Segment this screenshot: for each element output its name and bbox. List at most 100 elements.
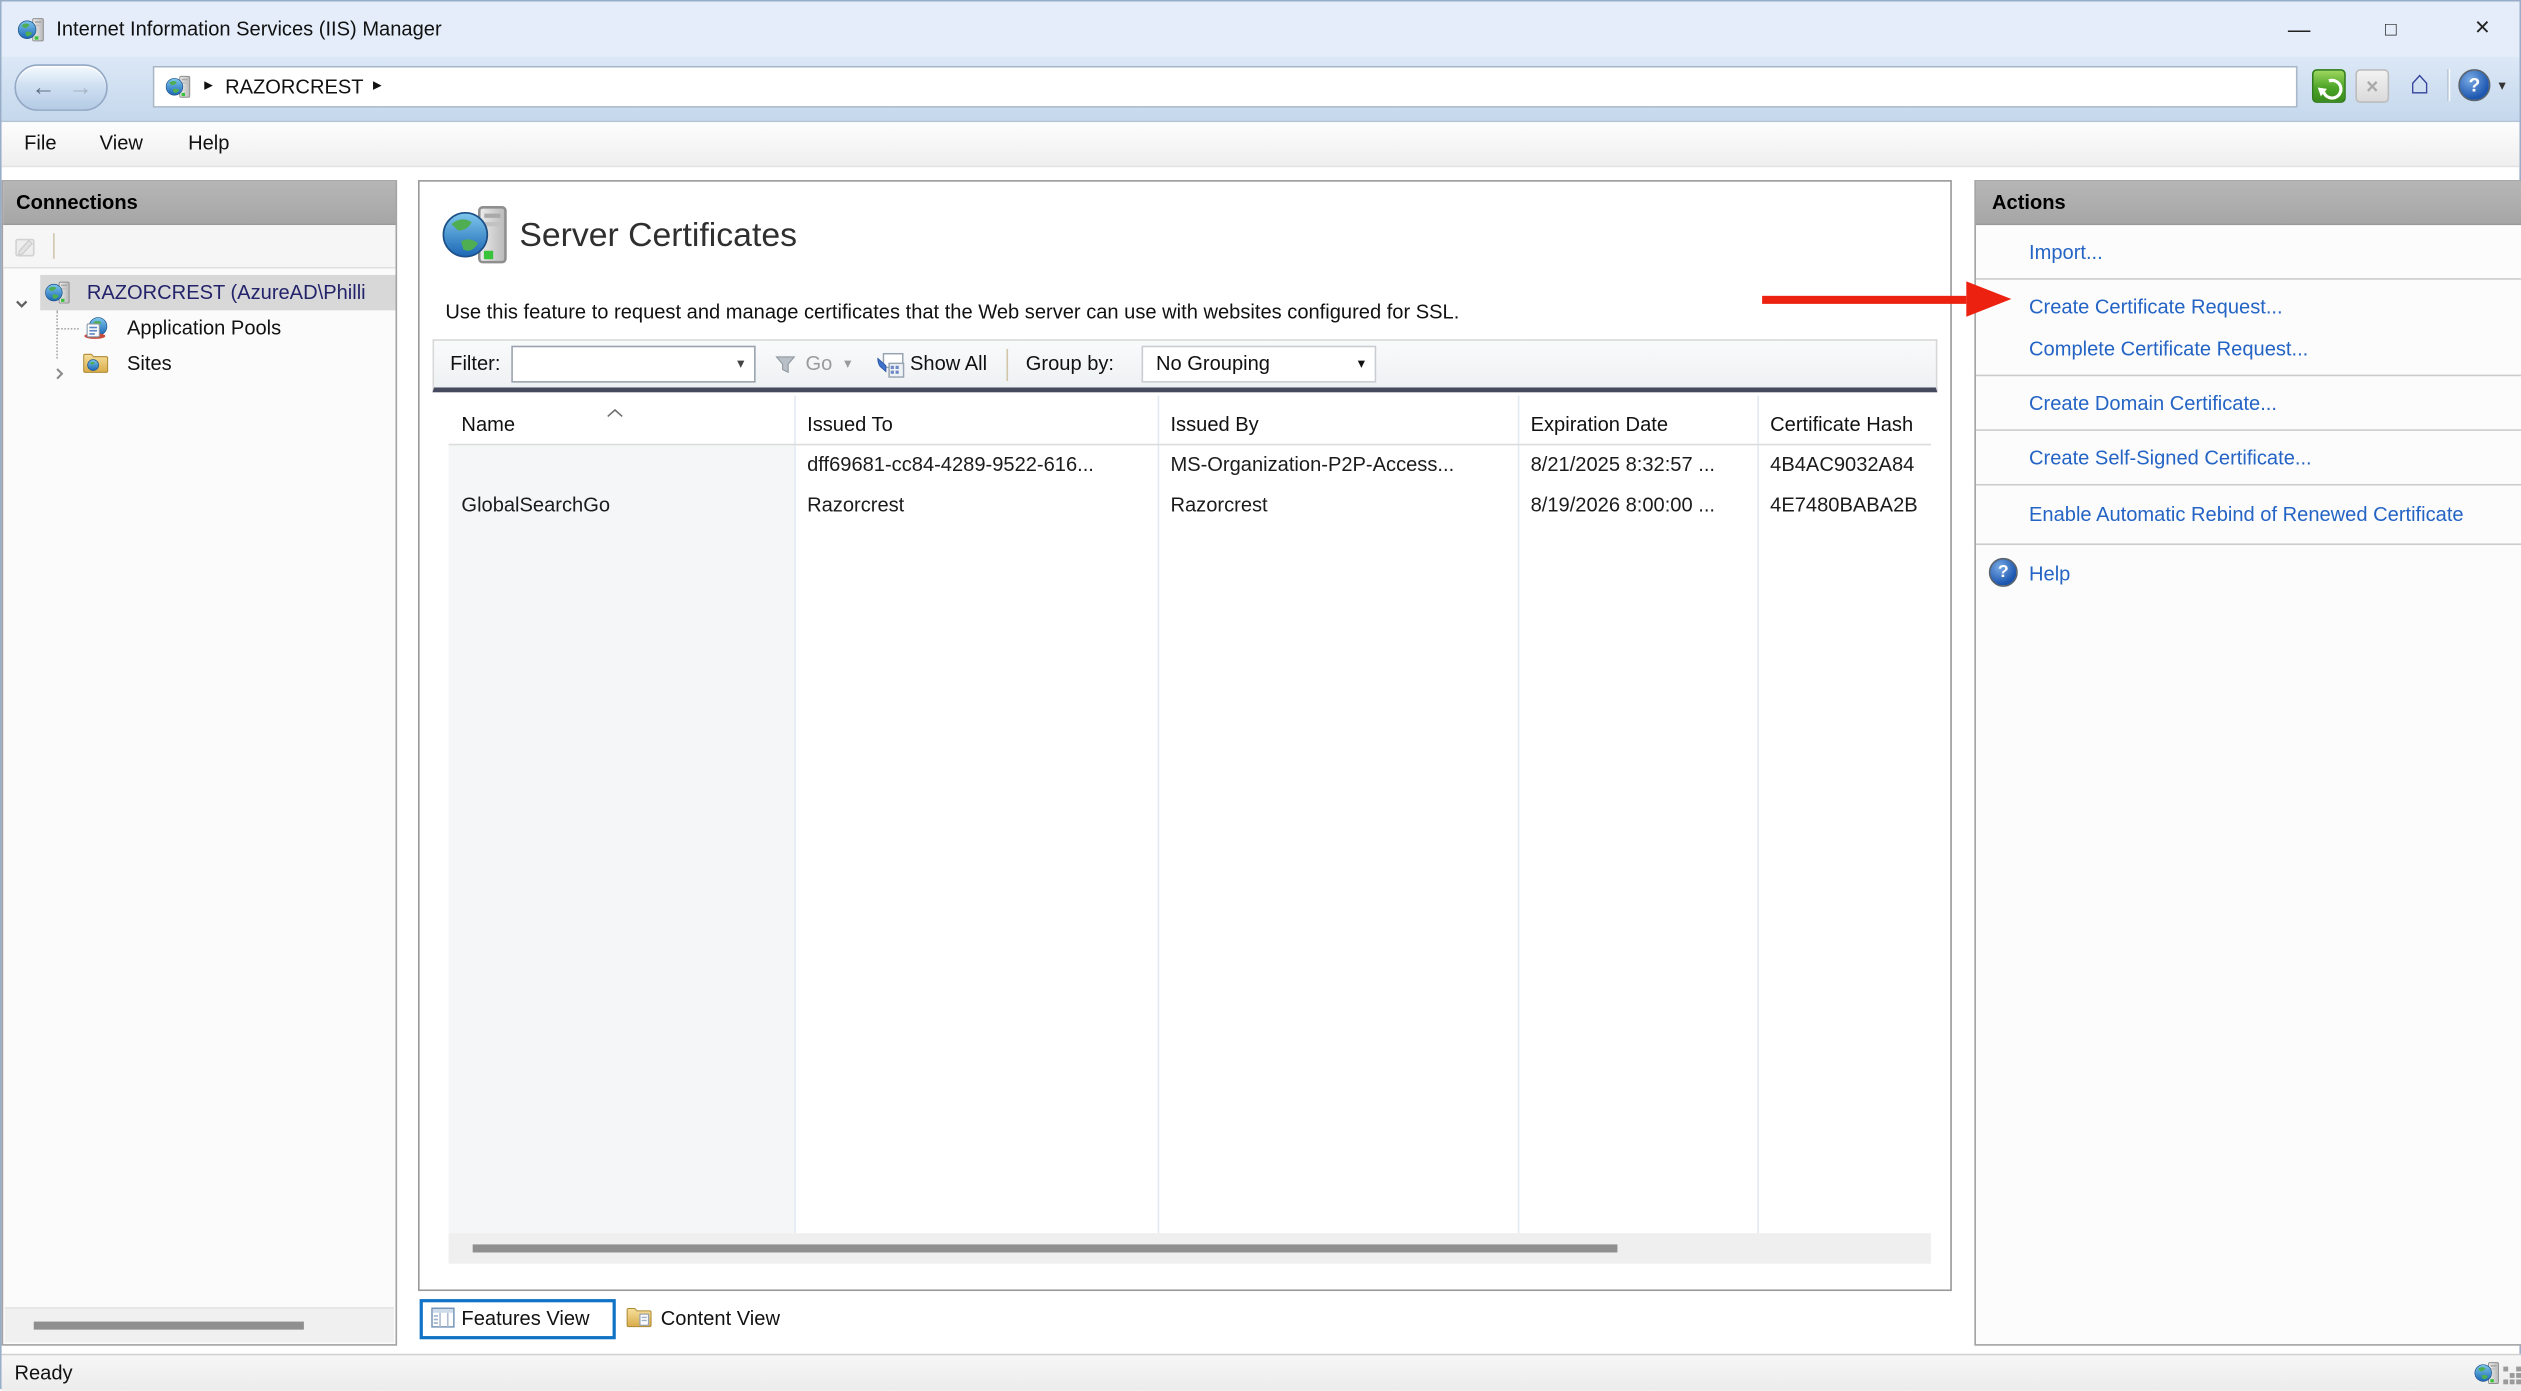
connections-tree: RAZORCREST (AzureAD\Philli [3, 268, 395, 381]
iis-app-icon [18, 16, 45, 48]
column-header-certificate-hash[interactable]: Certificate Hash [1757, 413, 1931, 436]
show-all-icon[interactable] [876, 352, 905, 384]
content-view-icon [625, 1306, 652, 1335]
tree-node-server[interactable]: RAZORCREST (AzureAD\Philli [3, 275, 395, 310]
breadcrumb-arrow-icon[interactable]: ▶ [373, 68, 382, 107]
tab-content-view[interactable]: Content View [625, 1299, 818, 1339]
cell-issued-to: Razorcrest [794, 486, 1157, 526]
page-title: Server Certificates [519, 217, 797, 256]
maximize-button[interactable]: □ [2354, 2, 2428, 57]
back-forward-control: ← → [14, 64, 107, 111]
tree-node-sites[interactable]: Sites [3, 346, 395, 381]
tree-node-label[interactable]: Application Pools [127, 310, 395, 345]
chevron-right-icon[interactable] [53, 357, 66, 392]
filter-toolbar: Filter: ▾ Go ▾ [432, 339, 1937, 392]
breadcrumb-server[interactable]: RAZORCREST [225, 68, 363, 107]
menu-view[interactable]: View [100, 122, 143, 165]
menu-help[interactable]: Help [188, 122, 229, 165]
connections-horizontal-scrollbar[interactable] [5, 1307, 394, 1342]
actions-group: Create Domain Certificate... [1976, 375, 2521, 430]
menu-file[interactable]: File [24, 122, 56, 165]
certificates-table: Name Issued To Issued By Expiration Date… [449, 396, 1931, 1234]
show-all-button[interactable]: Show All [910, 341, 987, 388]
cell-expiration-date: 8/21/2025 8:32:57 ... [1518, 445, 1758, 485]
back-icon[interactable]: ← [27, 66, 59, 109]
filter-input[interactable]: ▾ [511, 346, 755, 383]
tree-node-label[interactable]: RAZORCREST (AzureAD\Philli [87, 275, 396, 310]
status-text: Ready [14, 1355, 72, 1390]
help-link[interactable]: Help [1976, 552, 2521, 594]
refresh-icon[interactable] [2312, 69, 2346, 103]
action-enable-automatic-rebind[interactable]: Enable Automatic Rebind of Renewed Certi… [1976, 492, 2521, 538]
home-icon[interactable]: ⌂ [2400, 63, 2439, 105]
cell-issued-to: dff69681-cc84-4289-9522-616... [794, 445, 1157, 485]
iis-status-icon [2474, 1360, 2500, 1391]
tab-features-view[interactable]: Features View [420, 1299, 616, 1339]
actions-help-row[interactable]: ? Help [1976, 543, 2521, 602]
column-header-name[interactable]: Name [449, 413, 795, 436]
tree-node-application-pools[interactable]: Application Pools [3, 310, 395, 345]
column-header-issued-by[interactable]: Issued By [1158, 413, 1518, 436]
app-window: Internet Information Services (IIS) Mana… [0, 0, 2521, 1389]
help-icon[interactable]: ? [2458, 69, 2490, 101]
chevron-down-icon[interactable]: ▾ [737, 347, 744, 381]
toolbar-separator [1006, 349, 1008, 381]
stop-icon: × [2355, 69, 2389, 103]
forward-icon[interactable]: → [64, 66, 96, 109]
server-certificates-icon [442, 201, 510, 273]
cell-certificate-hash: 4B4AC9032A84 [1757, 445, 1931, 485]
connections-toolbar [3, 225, 395, 268]
cell-certificate-hash: 4E7480BABA2B [1757, 486, 1931, 526]
sorted-column-tint [449, 445, 795, 1233]
group-by-dropdown[interactable]: No Grouping ▾ [1142, 346, 1377, 383]
go-dropdown-icon[interactable]: ▾ [844, 341, 851, 388]
action-complete-certificate-request[interactable]: Complete Certificate Request... [1976, 328, 2521, 370]
create-connection-icon [13, 233, 39, 264]
scrollbar-thumb[interactable] [34, 1322, 304, 1329]
actions-group: Create Self-Signed Certificate... [1976, 429, 2521, 484]
go-button[interactable]: Go [805, 341, 832, 388]
actions-panel: Actions Import... Create Certificate Req… [1974, 180, 2521, 1346]
table-row[interactable]: dff69681-cc84-4289-9522-616... MS-Organi… [449, 445, 1931, 485]
sites-folder-icon [82, 350, 109, 385]
title-bar: Internet Information Services (IIS) Mana… [2, 2, 2520, 57]
filter-funnel-icon [775, 355, 796, 379]
iis-manager-window: Internet Information Services (IIS) Mana… [0, 0, 2521, 1389]
tab-label: Features View [461, 1302, 589, 1336]
navigation-bar: ← → ▶ RAZORCREST ▶ × ⌂ ? ▾ [2, 56, 2520, 122]
help-dropdown-icon[interactable]: ▾ [2498, 77, 2505, 95]
table-row[interactable]: GlobalSearchGo Razorcrest Razorcrest 8/1… [449, 486, 1931, 526]
cell-issued-by: Razorcrest [1158, 486, 1518, 526]
actions-group: Import... [1976, 225, 2521, 278]
table-horizontal-scrollbar[interactable] [449, 1233, 1931, 1264]
action-import[interactable]: Import... [1976, 232, 2521, 274]
close-button[interactable]: × [2445, 2, 2519, 57]
features-view-icon [431, 1307, 455, 1333]
breadcrumb-bar[interactable]: ▶ RAZORCREST ▶ [153, 66, 2298, 108]
column-header-expiration-date[interactable]: Expiration Date [1518, 413, 1758, 436]
action-create-certificate-request[interactable]: Create Certificate Request... [1976, 286, 2521, 328]
action-create-self-signed-certificate[interactable]: Create Self-Signed Certificate... [1976, 437, 2521, 479]
actions-header: Actions [1976, 182, 2521, 225]
help-icon: ? [1989, 557, 2018, 586]
toolbar-separator [53, 233, 55, 259]
feature-description: Use this feature to request and manage c… [445, 301, 1459, 324]
cell-issued-by: MS-Organization-P2P-Access... [1158, 445, 1518, 485]
column-header-issued-to[interactable]: Issued To [794, 413, 1157, 436]
server-certificates-panel: Server Certificates Use this feature to … [418, 180, 1952, 1291]
chevron-down-icon[interactable]: ▾ [1358, 347, 1365, 381]
connections-panel: Connections [2, 180, 398, 1346]
status-bar: Ready [2, 1354, 2521, 1391]
tree-node-label[interactable]: Sites [127, 346, 395, 381]
breadcrumb-arrow-icon[interactable]: ▶ [204, 68, 213, 107]
minimize-button[interactable]: — [2262, 2, 2336, 57]
server-node-icon [166, 74, 192, 105]
tab-label: Content View [661, 1299, 780, 1339]
window-title: Internet Information Services (IIS) Mana… [56, 2, 441, 57]
table-header-row: Name Issued To Issued By Expiration Date… [449, 396, 1931, 446]
resize-grip[interactable] [2503, 1367, 2507, 1371]
action-create-domain-certificate[interactable]: Create Domain Certificate... [1976, 383, 2521, 425]
cell-name: GlobalSearchGo [449, 486, 795, 526]
scrollbar-thumb[interactable] [473, 1244, 1618, 1252]
group-by-label: Group by: [1026, 341, 1114, 388]
